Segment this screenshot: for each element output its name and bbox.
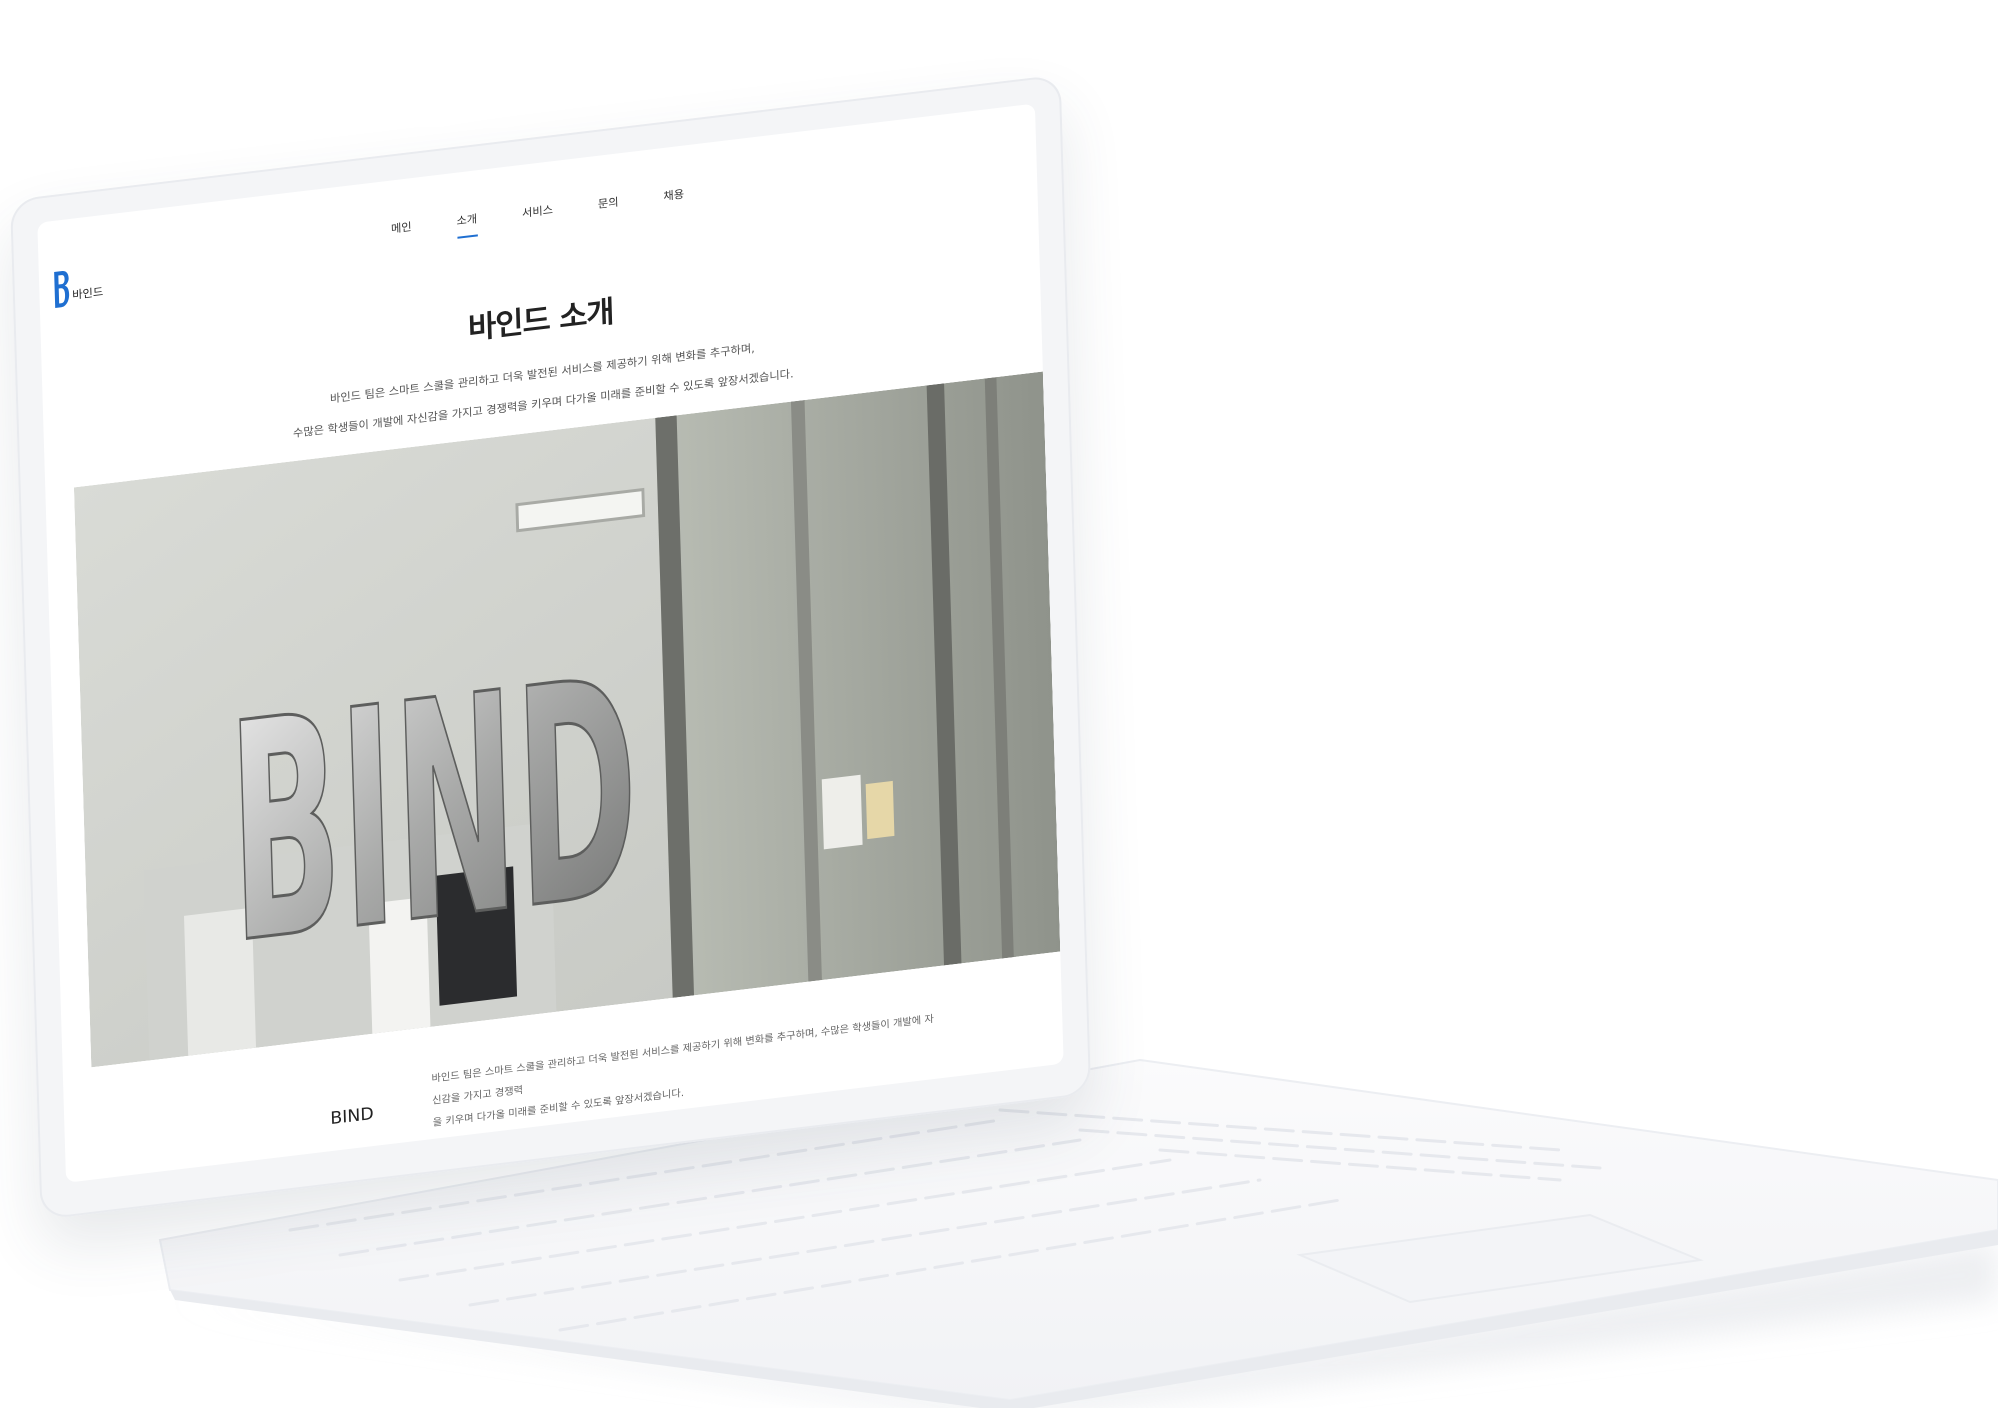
nav-item-main[interactable]: 메인 bbox=[391, 218, 412, 246]
nav-item-about[interactable]: 소개 bbox=[456, 210, 477, 238]
nav-item-contact[interactable]: 문의 bbox=[598, 193, 619, 221]
laptop-lid: 바인드 메인 소개 서비스 문의 채용 바인드 소개 바인드 팀은 스마트 스쿨… bbox=[10, 74, 1092, 1221]
bind-sign: BIND bbox=[225, 613, 642, 1011]
nav-item-service[interactable]: 서비스 bbox=[522, 201, 554, 231]
laptop-mockup-scene: 바인드 메인 소개 서비스 문의 채용 바인드 소개 바인드 팀은 스마트 스쿨… bbox=[0, 0, 1998, 1408]
hero-image: BIND bbox=[73, 371, 1061, 1068]
logo-text: 바인드 bbox=[72, 285, 104, 302]
laptop-screen: 바인드 메인 소개 서비스 문의 채용 바인드 소개 바인드 팀은 스마트 스쿨… bbox=[37, 103, 1064, 1183]
about-label: BIND bbox=[330, 1103, 374, 1130]
about-description: 바인드 팀은 스마트 스쿨을 관리하고 더욱 발전된 서비스를 제공하기 위해 … bbox=[431, 1008, 943, 1135]
office-sign-photo: BIND bbox=[73, 371, 1061, 1068]
nav-item-recruit[interactable]: 채용 bbox=[663, 186, 684, 214]
